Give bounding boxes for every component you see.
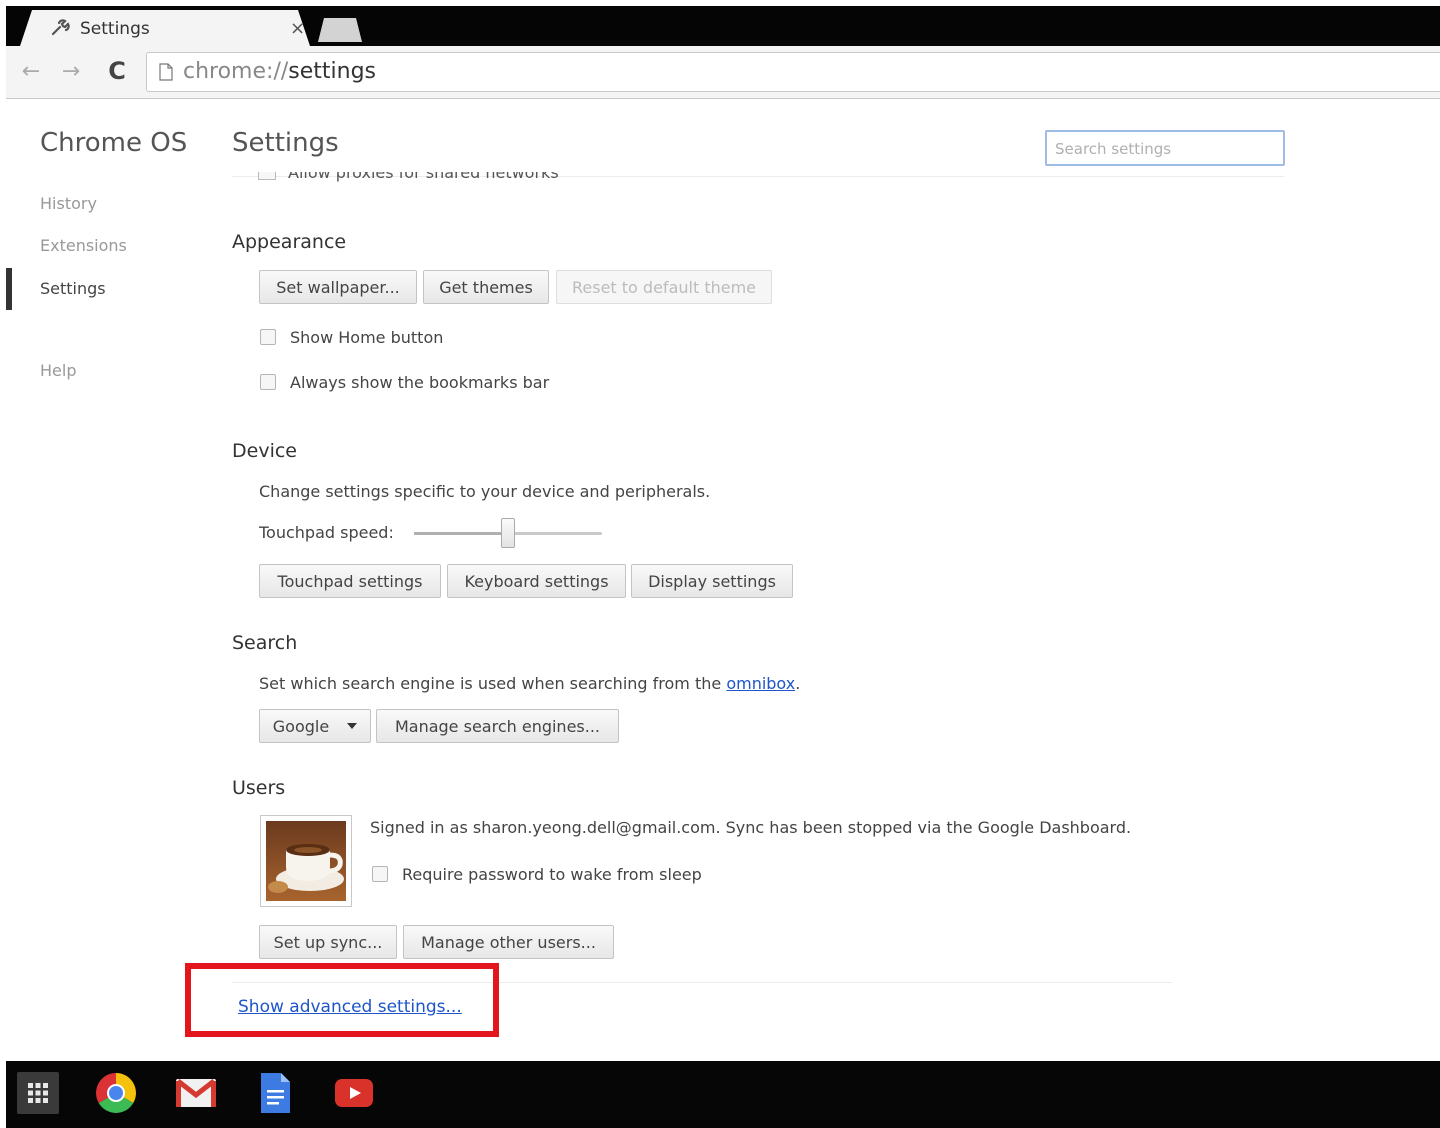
device-section-title: Device bbox=[232, 440, 297, 462]
users-section-title: Users bbox=[232, 777, 286, 799]
manage-other-users-button[interactable]: Manage other users... bbox=[403, 925, 614, 959]
show-bookmarks-checkbox[interactable] bbox=[260, 374, 276, 390]
sidebar-selection-marker bbox=[6, 268, 12, 310]
show-bookmarks-label: Always show the bookmarks bar bbox=[290, 373, 550, 392]
require-password-checkbox[interactable] bbox=[372, 866, 388, 882]
gmail-shelf-button[interactable] bbox=[172, 1069, 220, 1117]
url-scheme: chrome:// bbox=[183, 59, 289, 84]
search-description: Set which search engine is used when sea… bbox=[259, 674, 800, 693]
search-description-period: . bbox=[795, 674, 801, 693]
coffee-cup-icon bbox=[266, 821, 346, 901]
touchpad-settings-button[interactable]: Touchpad settings bbox=[259, 564, 441, 598]
forward-arrow-icon[interactable]: → bbox=[56, 56, 86, 86]
signed-in-text: Signed in as sharon.yeong.dell@gmail.com… bbox=[370, 818, 1132, 837]
youtube-shelf-button[interactable] bbox=[330, 1069, 378, 1117]
search-settings-input[interactable] bbox=[1053, 133, 1277, 165]
require-password-label: Require password to wake from sleep bbox=[402, 865, 702, 884]
wrench-icon bbox=[51, 19, 70, 36]
set-wallpaper-button[interactable]: Set wallpaper... bbox=[259, 270, 417, 304]
search-engine-select[interactable]: Google bbox=[259, 709, 371, 743]
tab-settings[interactable]: Settings × bbox=[20, 10, 310, 46]
search-engine-value: Google bbox=[272, 716, 330, 736]
get-themes-button[interactable]: Get themes bbox=[423, 270, 549, 304]
shelf bbox=[6, 1061, 1440, 1128]
partially-scrolled-row: Allow proxies for shared networks bbox=[258, 172, 588, 182]
page-icon bbox=[159, 63, 173, 81]
search-section-title: Search bbox=[232, 632, 298, 654]
manage-search-engines-button[interactable]: Manage search engines... bbox=[376, 709, 619, 743]
show-home-checkbox[interactable] bbox=[260, 329, 276, 345]
gmail-icon bbox=[176, 1079, 216, 1107]
sidebar-item-history[interactable]: History bbox=[40, 194, 97, 213]
youtube-icon bbox=[335, 1079, 373, 1107]
tab-strip: Settings × bbox=[6, 6, 1440, 46]
show-advanced-settings-link[interactable]: Show advanced settings... bbox=[238, 997, 462, 1017]
touchpad-speed-thumb[interactable] bbox=[501, 518, 515, 548]
user-avatar[interactable] bbox=[260, 815, 352, 907]
dropdown-arrow-icon bbox=[347, 723, 358, 729]
search-description-text: Set which search engine is used when sea… bbox=[259, 674, 727, 693]
show-home-label: Show Home button bbox=[290, 328, 444, 347]
touchpad-speed-fill bbox=[414, 532, 508, 535]
docs-shelf-button[interactable] bbox=[251, 1069, 299, 1117]
page-title: Settings bbox=[232, 128, 339, 158]
omnibox[interactable]: chrome://settings bbox=[146, 52, 1440, 92]
apps-launcher-button[interactable] bbox=[17, 1072, 59, 1114]
footer-divider bbox=[232, 982, 1172, 983]
reset-theme-button[interactable]: Reset to default theme bbox=[556, 270, 772, 304]
keyboard-settings-button[interactable]: Keyboard settings bbox=[447, 564, 626, 598]
new-tab-button[interactable] bbox=[318, 18, 362, 42]
url-text[interactable]: chrome://settings bbox=[183, 59, 376, 84]
appearance-section-title: Appearance bbox=[232, 231, 347, 253]
chrome-shelf-button[interactable] bbox=[92, 1069, 140, 1117]
chrome-icon bbox=[96, 1073, 136, 1113]
touchpad-speed-label: Touchpad speed: bbox=[259, 523, 394, 542]
url-host: settings bbox=[288, 59, 376, 84]
proxy-label: Allow proxies for shared networks bbox=[288, 172, 559, 182]
tab-title: Settings bbox=[80, 19, 150, 39]
sidebar-item-help[interactable]: Help bbox=[40, 361, 76, 380]
device-description: Change settings specific to your device … bbox=[259, 482, 711, 501]
tab-close-icon[interactable]: × bbox=[290, 18, 305, 39]
reload-icon[interactable]: C bbox=[102, 56, 132, 86]
proxy-checkbox[interactable] bbox=[258, 172, 276, 180]
back-arrow-icon[interactable]: ← bbox=[16, 56, 46, 86]
display-settings-button[interactable]: Display settings bbox=[631, 564, 793, 598]
omnibox-link[interactable]: omnibox bbox=[726, 674, 795, 693]
browser-toolbar: ← → C chrome://settings bbox=[6, 46, 1440, 99]
set-up-sync-button[interactable]: Set up sync... bbox=[259, 925, 397, 959]
sidebar-item-settings[interactable]: Settings bbox=[40, 279, 106, 298]
docs-icon bbox=[261, 1073, 290, 1113]
apps-launcher-icon bbox=[28, 1083, 48, 1103]
search-settings-box bbox=[1045, 130, 1285, 166]
sidebar-item-extensions[interactable]: Extensions bbox=[40, 236, 127, 255]
app-title: Chrome OS bbox=[40, 128, 188, 158]
